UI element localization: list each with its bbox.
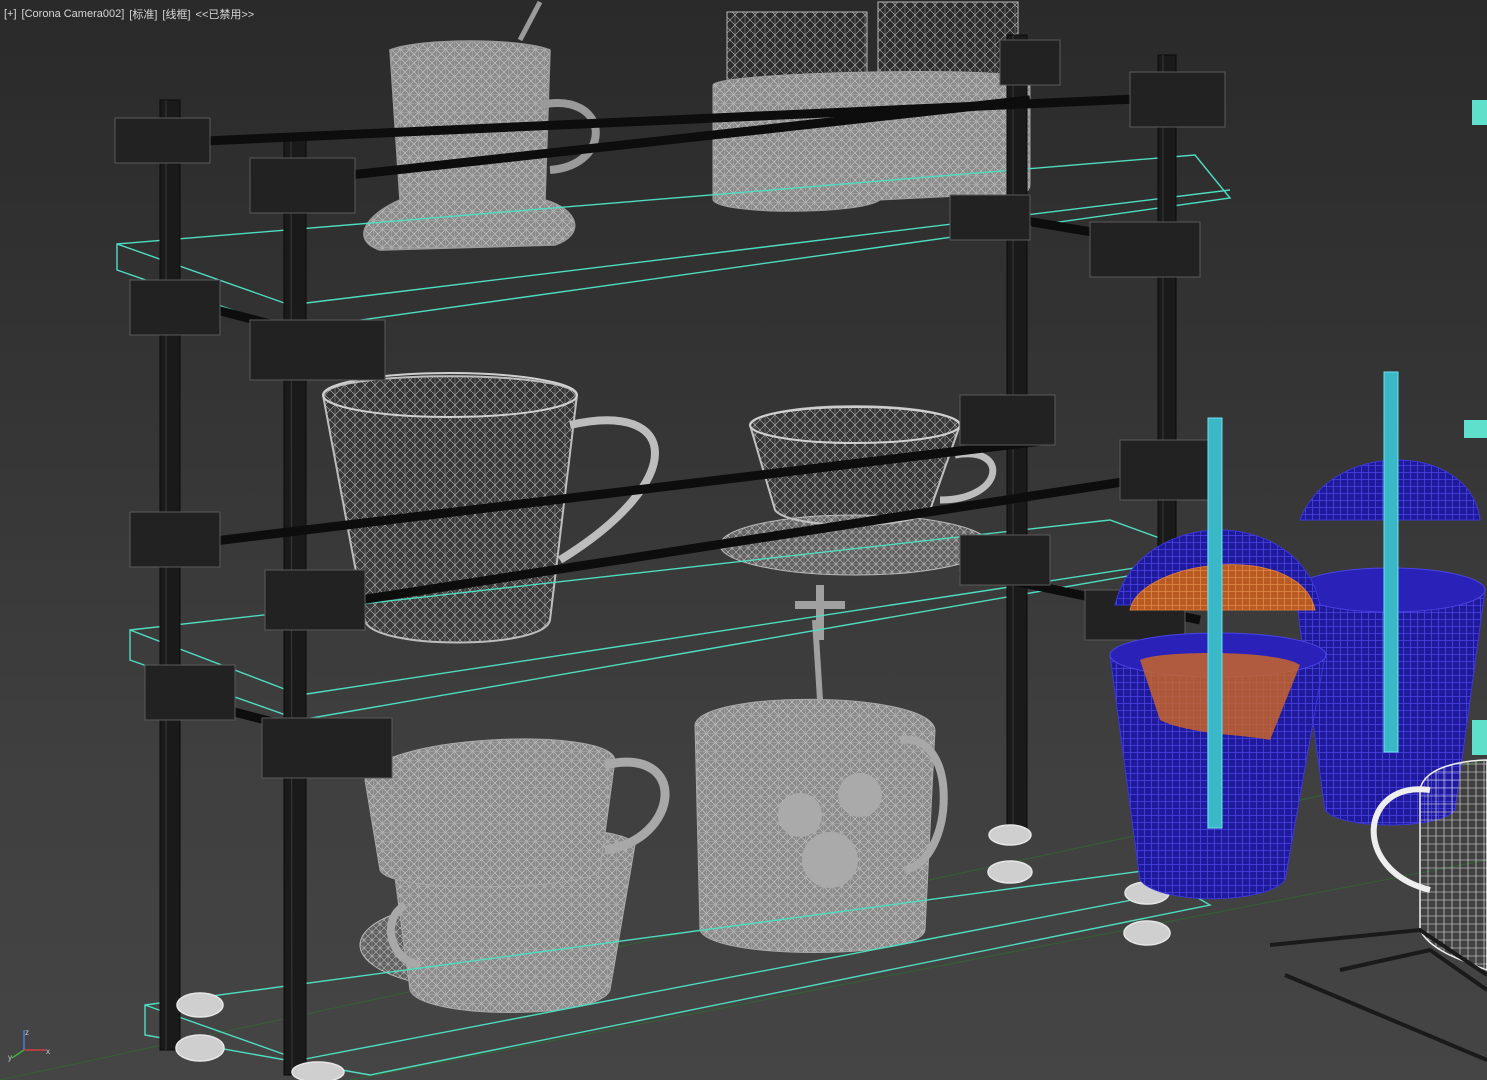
scene-render xyxy=(0,0,1487,1080)
viewport-status-label: <<已禁用>> xyxy=(195,9,255,21)
viewport-label-bar: [+] [Corona Camera002] [标准] [线框] <<已禁用>> xyxy=(4,6,259,22)
bottom-stacked-cups xyxy=(359,738,670,1013)
svg-text:y: y xyxy=(8,1053,12,1062)
svg-text:z: z xyxy=(25,1028,29,1037)
bottom-glass-mug xyxy=(694,585,948,953)
plastic-cup-back xyxy=(1294,371,1486,826)
viewport-camera[interactable]: [+] [Corona Camera002] [标准] [线框] <<已禁用>> xyxy=(0,0,1487,1080)
shelf-feet xyxy=(175,824,1171,1080)
svg-text:x: x xyxy=(46,1047,50,1056)
shelf-brackets xyxy=(114,39,1226,779)
viewport-camera-menu[interactable]: [Corona Camera002] xyxy=(22,8,125,20)
axis-tripod-icon: z x y xyxy=(8,1028,50,1062)
viewport-menu-plus[interactable]: [+] xyxy=(4,8,17,20)
viewport-display-menu[interactable]: [线框] xyxy=(162,6,190,22)
middle-teacup-saucer xyxy=(719,405,997,576)
viewport-shading-menu[interactable]: [标准] xyxy=(129,6,157,22)
